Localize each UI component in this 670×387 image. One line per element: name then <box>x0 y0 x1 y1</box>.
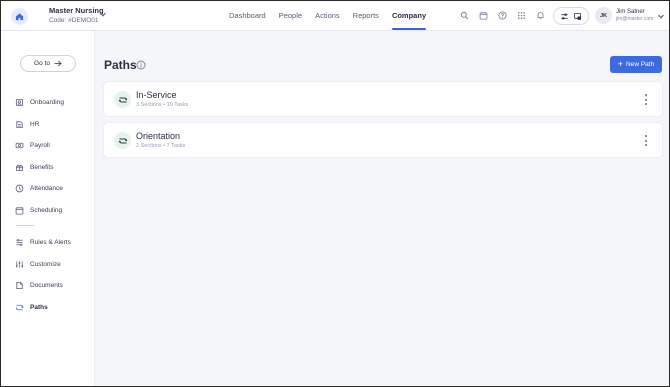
payroll-icon <box>15 141 24 150</box>
org-name: Master Nursing <box>49 6 104 15</box>
attendance-icon <box>15 184 24 193</box>
apps-grid-icon <box>517 11 526 20</box>
arrow-right-icon <box>54 60 62 67</box>
sidebar-item-label: Documents <box>30 282 63 290</box>
search-button[interactable] <box>459 10 470 21</box>
avatar[interactable]: JK <box>595 7 612 24</box>
scheduling-icon <box>15 206 24 215</box>
nav-dashboard[interactable]: Dashboard <box>229 1 266 31</box>
sidebar-item-label: HR <box>30 120 40 128</box>
sidebar-item-attendance[interactable]: Attendance <box>15 178 71 200</box>
main-nav: Dashboard People Actions Reports Company <box>229 1 439 31</box>
path-title[interactable]: Orientation <box>136 131 180 141</box>
calendar-button[interactable] <box>478 10 489 21</box>
org-switcher[interactable]: Master Nursing Code: #DEMO01 <box>49 6 104 26</box>
sidebar-item-label: Paths <box>30 303 48 311</box>
sidebar-divider <box>16 225 34 226</box>
sidebar: Go to Onboarding HR Payroll Benefits Att… <box>1 31 95 386</box>
page-title: Paths <box>104 58 137 72</box>
sidebar-item-label: Benefits <box>30 163 54 171</box>
device-icon[interactable] <box>573 12 582 21</box>
onboarding-icon <box>15 98 24 107</box>
sidebar-item-label: Scheduling <box>30 206 63 214</box>
path-meta: 3 Sections • 10 Tasks <box>136 102 189 108</box>
nav-people[interactable]: People <box>279 1 302 31</box>
top-bar: Master Nursing Code: #DEMO01 Dashboard P… <box>1 1 669 31</box>
user-name: Jim Satner <box>616 9 645 15</box>
new-path-label: New Path <box>626 61 655 68</box>
org-code: Code: #DEMO01 <box>49 17 99 24</box>
bell-icon <box>537 12 544 20</box>
sidebar-item-benefits[interactable]: Benefits <box>15 157 71 179</box>
sidebar-item-scheduling[interactable]: Scheduling <box>15 200 71 222</box>
user-menu[interactable]: JK Jim Satner jim@master.com <box>595 7 653 24</box>
header-tools <box>459 10 546 21</box>
info-icon[interactable] <box>136 60 146 70</box>
help-icon <box>498 11 507 20</box>
sidebar-item-label: Customize <box>30 260 61 268</box>
path-meta: 2 Sections • 7 Tasks <box>136 143 186 149</box>
notifications-button[interactable] <box>535 10 546 21</box>
search-icon <box>460 11 469 20</box>
plus-icon: + <box>617 59 624 69</box>
documents-icon <box>15 281 24 290</box>
help-button[interactable] <box>497 10 508 21</box>
sidebar-item-hr[interactable]: HR <box>15 114 71 136</box>
sidebar-item-paths[interactable]: Paths <box>15 297 71 319</box>
benefits-icon <box>15 163 24 172</box>
path-icon <box>114 91 131 108</box>
user-email: jim@master.com <box>616 16 654 22</box>
more-options-icon[interactable] <box>644 94 648 105</box>
more-options-icon[interactable] <box>644 135 648 146</box>
path-icon <box>114 132 131 149</box>
view-switcher[interactable] <box>553 7 589 25</box>
hr-icon <box>15 120 24 129</box>
sidebar-item-payroll[interactable]: Payroll <box>15 135 71 157</box>
home-icon <box>15 13 24 21</box>
nav-actions[interactable]: Actions <box>315 1 340 31</box>
main-content: Paths + New Path In-Service 3 Sections •… <box>95 31 669 386</box>
sidebar-item-label: Onboarding <box>30 99 64 107</box>
customize-icon <box>15 260 24 269</box>
chevron-down-icon[interactable] <box>658 14 664 19</box>
sidebar-item-label: Attendance <box>30 185 63 193</box>
apps-button[interactable] <box>516 10 527 21</box>
chevron-down-icon[interactable] <box>100 12 106 17</box>
user-info: Jim Satner jim@master.com <box>616 8 653 23</box>
sidebar-item-customize[interactable]: Customize <box>15 254 71 276</box>
nav-company[interactable]: Company <box>391 1 427 31</box>
path-title[interactable]: In-Service <box>136 90 177 100</box>
home-button[interactable] <box>11 8 28 25</box>
sidebar-item-documents[interactable]: Documents <box>15 275 71 297</box>
sidebar-item-label: Rules & Alerts <box>30 239 71 247</box>
app-window: Master Nursing Code: #DEMO01 Dashboard P… <box>0 0 670 387</box>
sidebar-item-label: Payroll <box>30 142 50 150</box>
goto-label: Go to <box>34 60 50 67</box>
path-card[interactable]: Orientation 2 Sections • 7 Tasks <box>104 123 662 157</box>
path-card[interactable]: In-Service 3 Sections • 10 Tasks <box>104 82 662 116</box>
rules-icon <box>15 238 24 247</box>
new-path-button[interactable]: + New Path <box>610 56 662 73</box>
sidebar-list: Onboarding HR Payroll Benefits Attendanc… <box>15 92 71 318</box>
sidebar-item-onboarding[interactable]: Onboarding <box>15 92 71 114</box>
calendar-icon <box>479 11 488 20</box>
goto-button[interactable]: Go to <box>20 55 76 72</box>
nav-reports[interactable]: Reports <box>353 1 379 31</box>
sidebar-item-rules-alerts[interactable]: Rules & Alerts <box>15 232 71 254</box>
sliders-icon[interactable] <box>560 12 569 21</box>
paths-icon <box>15 303 24 312</box>
